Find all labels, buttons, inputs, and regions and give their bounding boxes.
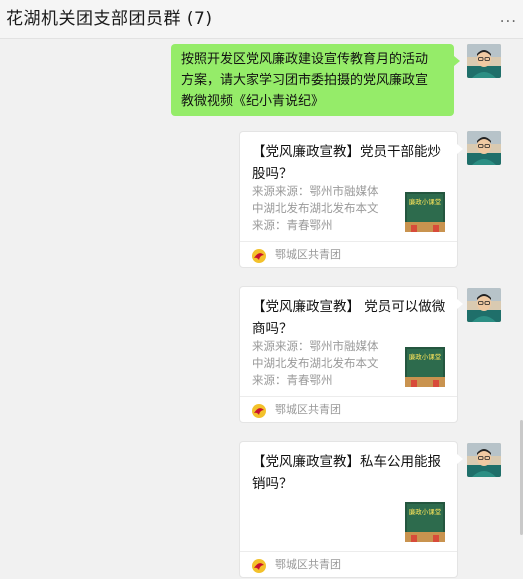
article-desc-line: 来源：青春鄂州 bbox=[252, 218, 333, 232]
youth-league-icon bbox=[251, 403, 267, 419]
chat-header: 花湖机关团支部团员群 (7) ... bbox=[0, 0, 523, 39]
youth-league-icon bbox=[251, 558, 267, 574]
sender-avatar[interactable] bbox=[467, 443, 501, 477]
article-title: 【党风廉政宣教】 党员可以做微 商吗？ bbox=[252, 296, 452, 340]
article-description: 来源来源：鄂州市融媒体 中湖北发布湖北发布本文 来源：青春鄂州 bbox=[252, 338, 390, 389]
source-name: 鄂城区共青团 bbox=[275, 558, 341, 571]
article-thumbnail: 廉政小课堂 bbox=[405, 347, 445, 387]
article-title: 【党风廉政宣教】党员干部能炒 股吗？ bbox=[252, 141, 452, 185]
thumbnail-text: 廉政小课堂 bbox=[409, 507, 442, 516]
youth-league-icon bbox=[251, 248, 267, 264]
sender-avatar[interactable] bbox=[467, 44, 501, 78]
avatar-photo bbox=[467, 131, 501, 165]
article-desc-line: 中湖北发布湖北发布本文 bbox=[252, 356, 379, 370]
article-card[interactable]: 【党风廉政宣教】党员干部能炒 股吗？ 来源来源：鄂州市融媒体 中湖北发布湖北发布… bbox=[239, 131, 463, 269]
sender-avatar[interactable] bbox=[467, 131, 501, 165]
message-line: 按照开发区党风廉政建设宣传教育月的活动 bbox=[181, 52, 429, 67]
card-footer: 鄂城区共青团 bbox=[240, 241, 457, 269]
chat-title: 花湖机关团支部团员群 (7) bbox=[6, 9, 213, 29]
avatar-photo bbox=[467, 443, 501, 477]
article-desc-line: 中湖北发布湖北发布本文 bbox=[252, 201, 379, 215]
article-card[interactable]: 【党风廉政宣教】私车公用能报 销吗？ 廉政小课堂 鄂城区共青团 bbox=[239, 441, 463, 579]
article-desc-line: 来源来源：鄂州市融媒体 bbox=[252, 184, 379, 198]
article-title-line: 股吗？ bbox=[252, 166, 293, 182]
article-title-line: 【党风廉政宣教】党员干部能炒 bbox=[252, 144, 441, 160]
source-name: 鄂城区共青团 bbox=[275, 403, 341, 416]
message-line: 方案，请大家学习团市委拍摄的党风廉政宣 bbox=[181, 73, 429, 88]
avatar-photo bbox=[467, 44, 501, 78]
avatar-photo bbox=[467, 288, 501, 322]
card-footer: 鄂城区共青团 bbox=[240, 551, 457, 579]
article-title: 【党风廉政宣教】私车公用能报 销吗？ bbox=[252, 451, 452, 495]
article-description: 来源来源：鄂州市融媒体 中湖北发布湖北发布本文 来源：青春鄂州 bbox=[252, 183, 390, 234]
article-title-line: 商吗？ bbox=[252, 321, 293, 337]
article-desc-line: 来源：青春鄂州 bbox=[252, 373, 333, 387]
card-footer: 鄂城区共青团 bbox=[240, 396, 457, 424]
thumbnail-text: 廉政小课堂 bbox=[409, 352, 442, 361]
article-thumbnail: 廉政小课堂 bbox=[405, 502, 445, 542]
article-title-line: 【党风廉政宣教】 党员可以做微 bbox=[252, 299, 446, 315]
article-card[interactable]: 【党风廉政宣教】 党员可以做微 商吗？ 来源来源：鄂州市融媒体 中湖北发布湖北发… bbox=[239, 286, 463, 424]
article-title-line: 销吗？ bbox=[252, 476, 293, 492]
sender-avatar[interactable] bbox=[467, 288, 501, 322]
article-title-line: 【党风廉政宣教】私车公用能报 bbox=[252, 454, 441, 470]
article-thumbnail: 廉政小课堂 bbox=[405, 192, 445, 232]
message-line: 教微视频《纪小青说纪》 bbox=[181, 94, 325, 109]
more-options-icon[interactable]: ... bbox=[500, 8, 517, 26]
text-message-bubble[interactable]: 按照开发区党风廉政建设宣传教育月的活动 方案，请大家学习团市委拍摄的党风廉政宣 … bbox=[171, 44, 460, 116]
source-name: 鄂城区共青团 bbox=[275, 248, 341, 261]
thumbnail-text: 廉政小课堂 bbox=[409, 197, 442, 206]
article-desc-line: 来源来源：鄂州市融媒体 bbox=[252, 339, 379, 353]
